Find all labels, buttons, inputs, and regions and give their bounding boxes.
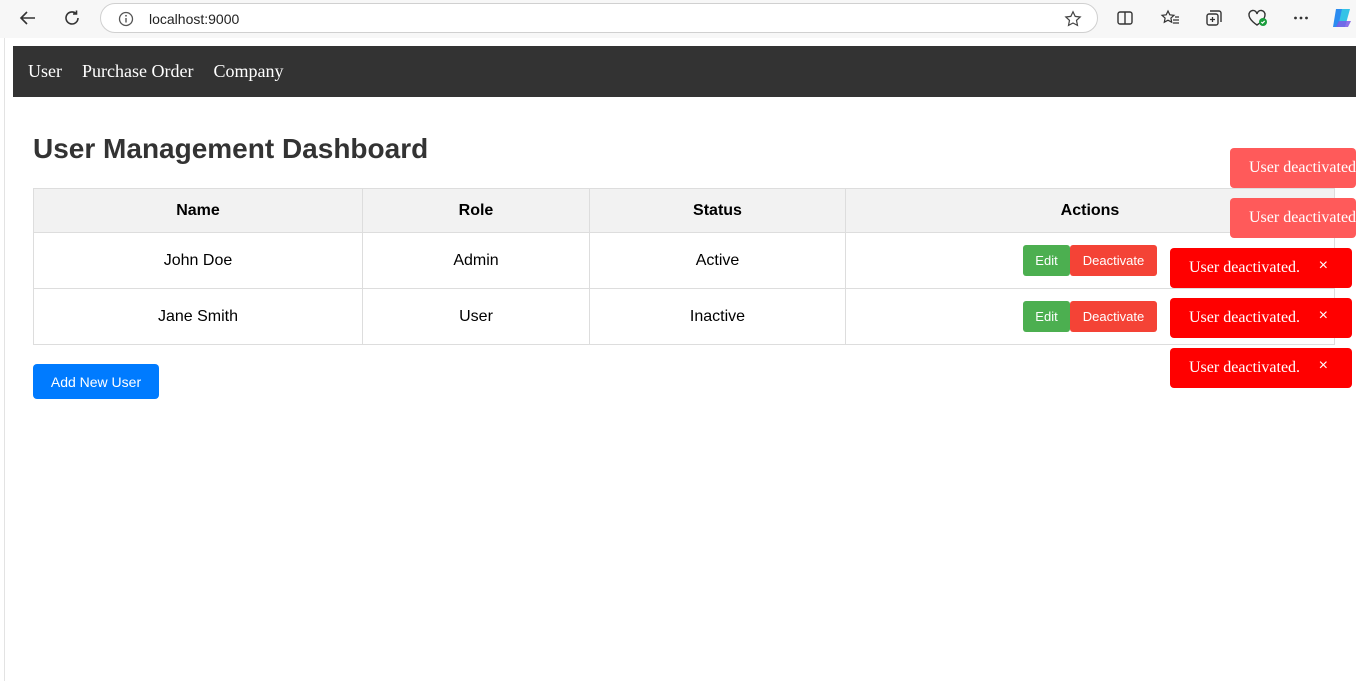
nav-link-user[interactable]: User [28,61,62,82]
toast-close-icon[interactable]: × [1319,357,1328,375]
favorite-star-icon[interactable] [1063,9,1083,29]
toast-message: User deactivated. [1189,259,1301,276]
collections-button[interactable] [1200,5,1228,31]
copilot-icon [1333,9,1351,27]
nav-link-purchase-order[interactable]: Purchase Order [82,61,193,82]
browser-toolbar: localhost:9000 [0,0,1356,38]
edit-button[interactable]: Edit [1023,245,1070,276]
table-row: Jane Smith User Inactive Edit Deactivate [33,288,1335,345]
column-header-role: Role [362,188,590,233]
toast-notification-fading: User deactivated. [1230,148,1356,188]
url-text: localhost:9000 [149,11,240,27]
split-screen-button[interactable] [1111,5,1139,31]
page-title: User Management Dashboard [33,133,429,164]
add-new-user-button[interactable]: Add New User [33,364,159,399]
split-screen-icon [1117,11,1133,25]
back-button[interactable] [13,4,43,32]
toast-message: User deactivated. [1249,159,1356,176]
user-status-cell: Active [589,232,846,289]
table-row: John Doe Admin Active Edit Deactivate [33,232,1335,289]
user-role-cell: User [362,288,590,345]
more-options-button[interactable] [1287,5,1315,31]
user-status-cell: Inactive [589,288,846,345]
toast-notification: User deactivated. × [1170,298,1352,338]
table-header-row: Name Role Status Actions [33,188,1335,233]
toast-message: User deactivated. [1249,209,1356,226]
back-arrow-icon [19,11,35,25]
page-content: User Purchase Order Company User Managem… [4,38,1356,681]
deactivate-button[interactable]: Deactivate [1070,301,1157,332]
column-header-status: Status [589,188,846,233]
toast-close-icon[interactable]: × [1319,307,1328,325]
nav-link-company[interactable]: Company [213,61,283,82]
collections-icon [1206,10,1222,26]
deactivate-button[interactable]: Deactivate [1070,245,1157,276]
favorites-list-icon [1160,9,1179,24]
browser-essentials-button[interactable] [1244,5,1272,31]
user-name-cell: Jane Smith [33,288,363,345]
edit-button[interactable]: Edit [1023,301,1070,332]
reload-icon [65,10,79,25]
toast-notification: User deactivated. × [1170,348,1352,388]
reload-button[interactable] [57,4,87,32]
user-name-cell: John Doe [33,232,363,289]
toast-notification: User deactivated. × [1170,248,1352,288]
toast-message: User deactivated. [1189,309,1301,326]
toast-notification-fading: User deactivated. [1230,198,1356,238]
site-info-icon[interactable] [117,10,135,28]
heart-pulse-icon [1248,9,1267,26]
toast-close-icon[interactable]: × [1319,257,1328,275]
toast-message: User deactivated. [1189,359,1301,376]
user-role-cell: Admin [362,232,590,289]
address-bar[interactable]: localhost:9000 [100,3,1098,33]
top-navigation-bar: User Purchase Order Company [13,46,1356,97]
more-horizontal-icon [1294,16,1308,20]
users-table: Name Role Status Actions John Doe Admin … [33,188,1335,345]
favorites-button[interactable] [1156,5,1184,31]
column-header-name: Name [33,188,363,233]
copilot-button[interactable] [1328,5,1356,31]
